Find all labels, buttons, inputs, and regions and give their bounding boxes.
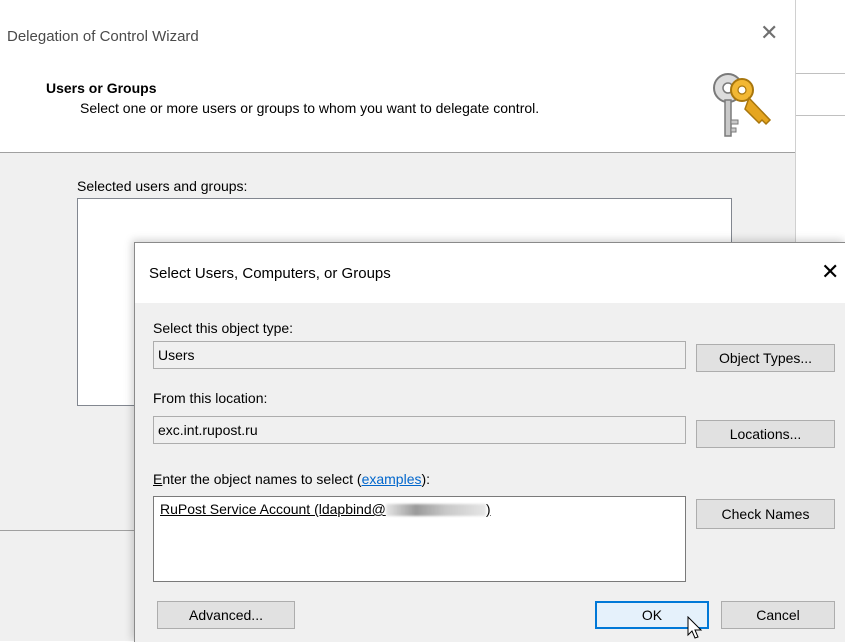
object-names-label-end: ): [421, 471, 431, 487]
check-names-button[interactable]: Check Names [696, 499, 835, 529]
advanced-button[interactable]: Advanced... [157, 601, 295, 629]
location-label: From this location: [153, 390, 268, 406]
dialog-close-icon[interactable]: ✕ [821, 261, 839, 283]
object-name-suffix: ) [485, 501, 491, 517]
background-window-edge [796, 73, 845, 74]
mouse-pointer-icon [687, 616, 703, 639]
wizard-header: Users or Groups Select one or more users… [0, 56, 796, 153]
select-users-dialog: Select Users, Computers, or Groups ✕ Sel… [134, 242, 845, 642]
object-names-label-text: nter the object names to select ( [162, 471, 362, 487]
accelerator-key: E [153, 471, 163, 487]
object-type-field: Users [153, 341, 686, 369]
wizard-page-title: Users or Groups [46, 80, 157, 96]
object-names-value[interactable]: RuPost Service Account (ldapbind@) [160, 501, 491, 517]
wizard-close-icon[interactable]: ✕ [760, 22, 778, 44]
dialog-titlebar: Select Users, Computers, or Groups ✕ [135, 243, 845, 303]
locations-button[interactable]: Locations... [696, 420, 835, 448]
object-type-label: Select this object type: [153, 320, 294, 336]
keys-icon [713, 73, 772, 137]
wizard-title: Delegation of Control Wizard [7, 28, 199, 45]
wizard-titlebar: Delegation of Control Wizard ✕ [0, 0, 796, 56]
object-names-label: Enter the object names to select (exampl… [153, 471, 430, 487]
object-types-button[interactable]: Object Types... [696, 344, 835, 372]
selected-users-label: Selected users and groups: [77, 178, 248, 194]
object-name-prefix: RuPost Service Account (ldapbind@ [160, 501, 386, 517]
wizard-page-subtitle: Select one or more users or groups to wh… [80, 100, 540, 116]
object-names-input[interactable]: RuPost Service Account (ldapbind@) [153, 496, 686, 582]
redacted-domain [385, 504, 486, 517]
dialog-title: Select Users, Computers, or Groups [149, 265, 391, 282]
location-field: exc.int.rupost.ru [153, 416, 686, 444]
examples-link[interactable]: examples [362, 471, 422, 487]
cancel-button[interactable]: Cancel [721, 601, 835, 629]
background-window-edge [796, 115, 845, 116]
